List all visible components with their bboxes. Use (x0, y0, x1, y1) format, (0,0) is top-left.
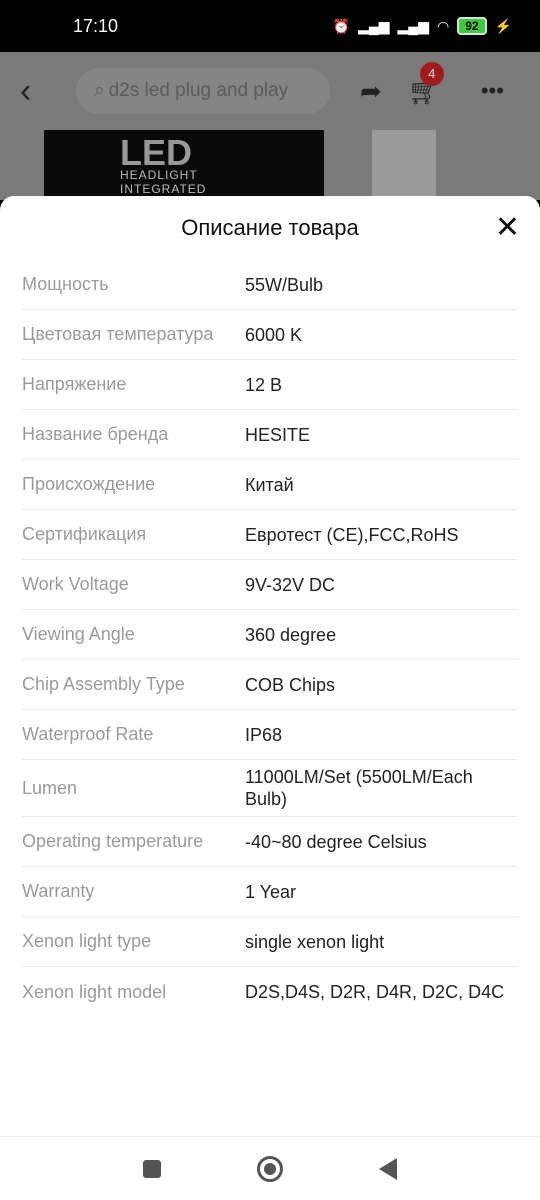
spec-row: Название бренда HESITE (22, 410, 518, 460)
spec-label: Lumen (22, 777, 78, 798)
spec-label: Цветовая температура (22, 324, 214, 344)
spec-row: Operating temperature -40~80 degree Celsi… (22, 817, 518, 867)
spec-value: 11000LM/Set (5500LM/Each Bulb) (245, 767, 473, 809)
signal-icon: ▂▄▆ (358, 17, 390, 34)
spec-label: Operating temperature (22, 831, 204, 851)
spec-value: COB Chips (245, 674, 336, 695)
spec-value: Китай (245, 474, 294, 495)
spec-row: Viewing Angle 360 degree (22, 610, 518, 660)
spec-row: Цветовая температура 6000 K (22, 310, 518, 360)
navigation-bar (0, 1136, 540, 1200)
spec-label: Chip Assembly Type (22, 674, 185, 694)
share-icon[interactable]: ➦ (360, 76, 382, 107)
spec-row: Chip Assembly Type COB Chips (22, 660, 518, 710)
search-icon: ⌕ (94, 80, 105, 101)
description-sheet: Описание товара ✕ Мощность 55W/Bulb Цветов… (0, 196, 540, 1200)
spec-label: Название бренда (22, 424, 169, 444)
spec-value: D2S,D4S, D2R, D4R, D2C, D4C (245, 982, 505, 1002)
spec-value: 12 В (245, 374, 283, 395)
spec-row: Work Voltage 9V-32V DC (22, 560, 518, 610)
spec-label: Waterproof Rate (22, 724, 154, 744)
spec-label: Напряжение (22, 374, 127, 394)
spec-row: Warranty 1 Year (22, 867, 518, 917)
spec-label: Мощность (22, 274, 109, 294)
recents-button[interactable] (143, 1159, 161, 1178)
wifi-icon: ◠ (436, 17, 450, 34)
alarm-icon: ⏰ (332, 17, 351, 34)
spec-row: Происхождение Китай (22, 460, 518, 510)
back-button[interactable]: ‹ (20, 72, 76, 111)
spec-value: 9V-32V DC (245, 574, 336, 595)
spec-value: -40~80 degree Celsius (245, 831, 427, 852)
signal-icon-2: ▂▄▆ (397, 17, 429, 34)
spec-row: Мощность 55W/Bulb (22, 260, 518, 310)
spec-value: 360 degree (245, 624, 337, 645)
sheet-title: Описание товара (181, 215, 359, 240)
charging-icon: ⚡ (494, 17, 512, 34)
spec-row: Xenon light type single xenon light (22, 917, 518, 967)
spec-row: Waterproof Rate IP68 (22, 710, 518, 760)
cart-button[interactable]: 🛒︎ 4 (408, 61, 444, 107)
spec-label: Warranty (22, 881, 95, 901)
spec-label: Xenon light type (22, 931, 152, 951)
spec-label: Сертификация (22, 524, 147, 544)
home-button[interactable] (257, 1155, 283, 1182)
back-nav-button[interactable] (379, 1157, 397, 1180)
spec-value: IP68 (245, 724, 283, 745)
cart-badge: 4 (419, 61, 444, 86)
spec-row: Xenon light model D2S,D4S, D2R, D4R, D2C,… (22, 967, 518, 1017)
spec-value: Евротест (CE),FCC,RoHS (245, 524, 459, 545)
spec-list: Мощность 55W/Bulb Цветовая температура 6000… (0, 260, 540, 1017)
spec-label: Work Voltage (22, 574, 129, 594)
product-image-2 (372, 130, 436, 200)
spec-value: 6000 K (245, 324, 303, 345)
battery-icon: 92 (457, 17, 487, 35)
spec-row: Сертификация Евротест (CE),FCC,RoHS (22, 510, 518, 560)
product-page-background: ‹ ⌕ d2s led plug and play ➦ 🛒︎ 4 ••• LED … (0, 52, 540, 200)
clock: 17:10 (73, 15, 119, 36)
product-image: LED HEADLIGHT INTEGRATED (44, 130, 324, 200)
search-input[interactable]: ⌕ d2s led plug and play (76, 68, 330, 114)
spec-value: 55W/Bulb (245, 274, 324, 295)
spec-label: Viewing Angle (22, 624, 135, 644)
spec-row: Напряжение 12 В (22, 360, 518, 410)
spec-value: 1 Year (245, 881, 297, 902)
more-icon[interactable]: ••• (481, 78, 504, 104)
spec-value: HESITE (245, 424, 311, 445)
spec-label: Происхождение (22, 474, 156, 494)
status-bar: 17:10 ⏰ ▂▄▆ ▂▄▆ ◠ 92 ⚡ (0, 0, 540, 52)
spec-value: single xenon light (245, 931, 385, 952)
spec-row: Lumen 11000LM/Set (5500LM/Each Bulb) (22, 760, 518, 817)
spec-label: Xenon light model (22, 981, 167, 1002)
close-icon[interactable]: ✕ (495, 210, 520, 245)
